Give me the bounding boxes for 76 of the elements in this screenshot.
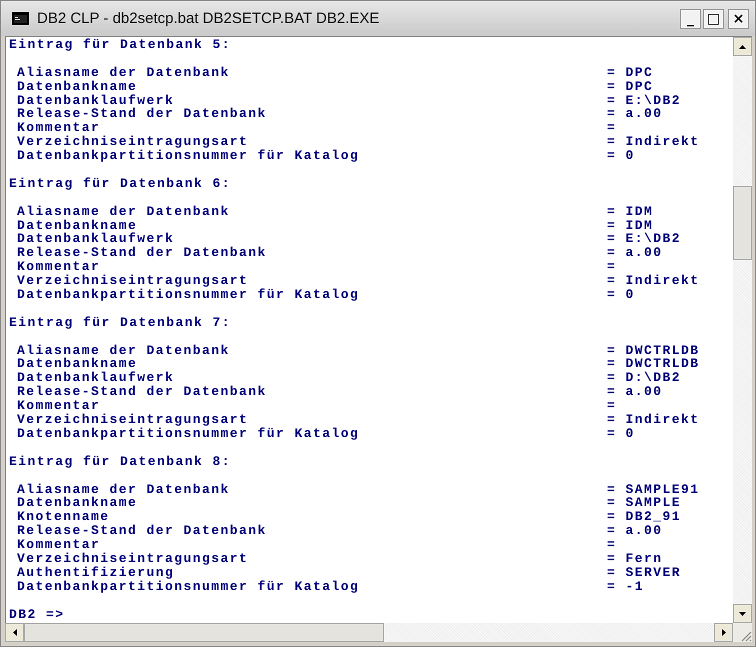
scroll-up-icon[interactable]	[733, 37, 752, 56]
field-label: Datenbankpartitionsnummer für Katalog	[16, 426, 360, 441]
field-label: Aliasname der Datenbank	[16, 344, 231, 358]
field-value: = SAMPLE	[607, 496, 682, 510]
minimize-button[interactable]: _	[680, 8, 701, 28]
field-value: = 0	[607, 288, 635, 302]
entry-heading: Eintrag für Datenbank 5:	[9, 38, 232, 52]
vertical-scrollbar[interactable]	[733, 37, 752, 623]
field-value: = DWCTRLDB	[607, 357, 700, 372]
field-label: Datenbanklaufwerk	[16, 232, 176, 246]
field-label: Knotenname	[16, 510, 111, 524]
field-label: Verzeichniseintragungsart	[16, 135, 250, 150]
field-value: = a.00	[607, 246, 663, 260]
entry-heading: Eintrag für Datenbank 6:	[9, 176, 232, 191]
field-value: = DWCTRLDB	[607, 344, 700, 358]
field-label: Verzeichniseintragungsart	[16, 552, 250, 566]
field-label: Datenbankpartitionsnummer für Katalog	[16, 288, 360, 302]
field-label: Release-Stand der Datenbank	[16, 107, 268, 122]
field-label: Datenbankname	[16, 218, 138, 232]
field-value: =	[607, 121, 616, 136]
command-prompt: DB2 =>	[9, 608, 65, 622]
field-value: = SERVER	[607, 566, 682, 580]
field-label: Kommentar	[16, 121, 102, 136]
field-value: = IDM	[607, 218, 654, 232]
field-value: = a.00	[607, 107, 663, 122]
field-label: Datenbankname	[16, 496, 138, 510]
entry-heading: Eintrag für Datenbank 8:	[9, 454, 232, 469]
field-label: Aliasname der Datenbank	[16, 482, 231, 496]
field-value: = E:\DB2	[607, 232, 682, 246]
field-label: Kommentar	[16, 399, 102, 414]
scroll-thumb[interactable]	[733, 186, 752, 260]
field-label: Kommentar	[16, 260, 102, 274]
field-value: = 0	[607, 149, 635, 164]
field-label: Verzeichniseintragungsart	[16, 274, 250, 288]
field-value: =	[607, 538, 616, 552]
field-value: = a.00	[607, 524, 663, 538]
field-value: = Indirekt	[607, 274, 700, 288]
field-label: Datenbankpartitionsnummer für Katalog	[16, 580, 360, 594]
field-value: = a.00	[607, 385, 663, 400]
maximize-button[interactable]: □	[703, 8, 724, 28]
field-value: = DPC	[607, 66, 654, 80]
field-label: Authentifizierung	[16, 566, 174, 580]
console-icon	[12, 12, 29, 25]
field-value: = Indirekt	[607, 135, 700, 150]
field-value: = DB2_91	[607, 510, 682, 524]
window-title: DB2 CLP - db2setcp.bat DB2SETCP.BAT DB2.EXE	[37, 10, 380, 27]
field-value: = 0	[607, 426, 635, 441]
field-label: Datenbankname	[16, 357, 138, 372]
scroll-thumb[interactable]	[24, 623, 384, 642]
field-label: Release-Stand der Datenbank	[16, 385, 268, 400]
field-value: = IDM	[607, 204, 654, 219]
field-value: = D:\DB2	[607, 371, 682, 386]
field-label: Datenbanklaufwerk	[16, 371, 176, 386]
field-value: = -1	[607, 580, 644, 594]
field-label: Release-Stand der Datenbank	[16, 246, 268, 260]
field-label: Release-Stand der Datenbank	[16, 524, 268, 538]
field-label: Verzeichniseintragungsart	[16, 413, 250, 427]
close-button[interactable]: ×	[728, 8, 749, 28]
field-label: Datenbankname	[16, 80, 138, 94]
scroll-down-icon[interactable]	[733, 604, 752, 623]
field-value: = DPC	[607, 80, 654, 94]
field-value: =	[607, 399, 616, 414]
field-value: = SAMPLE91	[607, 482, 700, 496]
scroll-left-icon[interactable]	[5, 623, 24, 642]
field-value: =	[607, 260, 616, 274]
field-value: = Indirekt	[607, 413, 700, 427]
field-label: Datenbankpartitionsnummer für Katalog	[16, 149, 360, 164]
field-label: Aliasname der Datenbank	[16, 204, 231, 219]
field-label: Kommentar	[16, 538, 102, 552]
scroll-right-icon[interactable]	[714, 623, 733, 642]
field-value: = E:\DB2	[607, 94, 682, 108]
horizontal-scrollbar[interactable]	[5, 623, 733, 642]
field-label: Datenbanklaufwerk	[16, 94, 176, 108]
field-value: = Fern	[607, 552, 663, 566]
field-label: Aliasname der Datenbank	[16, 66, 231, 80]
entry-heading: Eintrag für Datenbank 7:	[9, 316, 232, 330]
